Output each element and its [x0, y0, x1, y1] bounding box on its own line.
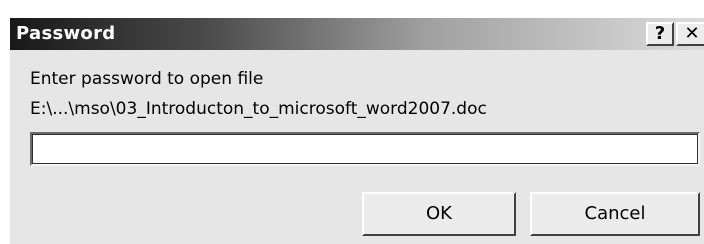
- ok-button[interactable]: OK: [362, 192, 516, 236]
- file-path-label: E:\...\mso\03_Introducton_to_microsoft_w…: [30, 99, 487, 119]
- password-input[interactable]: [30, 132, 700, 166]
- title-bar[interactable]: Password ? ✕: [10, 18, 704, 50]
- cancel-button[interactable]: Cancel: [530, 192, 700, 236]
- dialog-title: Password: [16, 23, 116, 44]
- password-dialog: Password ? ✕ Enter password to open file…: [8, 16, 704, 244]
- password-prompt-label: Enter password to open file: [30, 69, 264, 89]
- close-button[interactable]: ✕: [676, 22, 704, 46]
- help-button[interactable]: ?: [646, 22, 674, 46]
- close-icon: ✕: [684, 23, 700, 44]
